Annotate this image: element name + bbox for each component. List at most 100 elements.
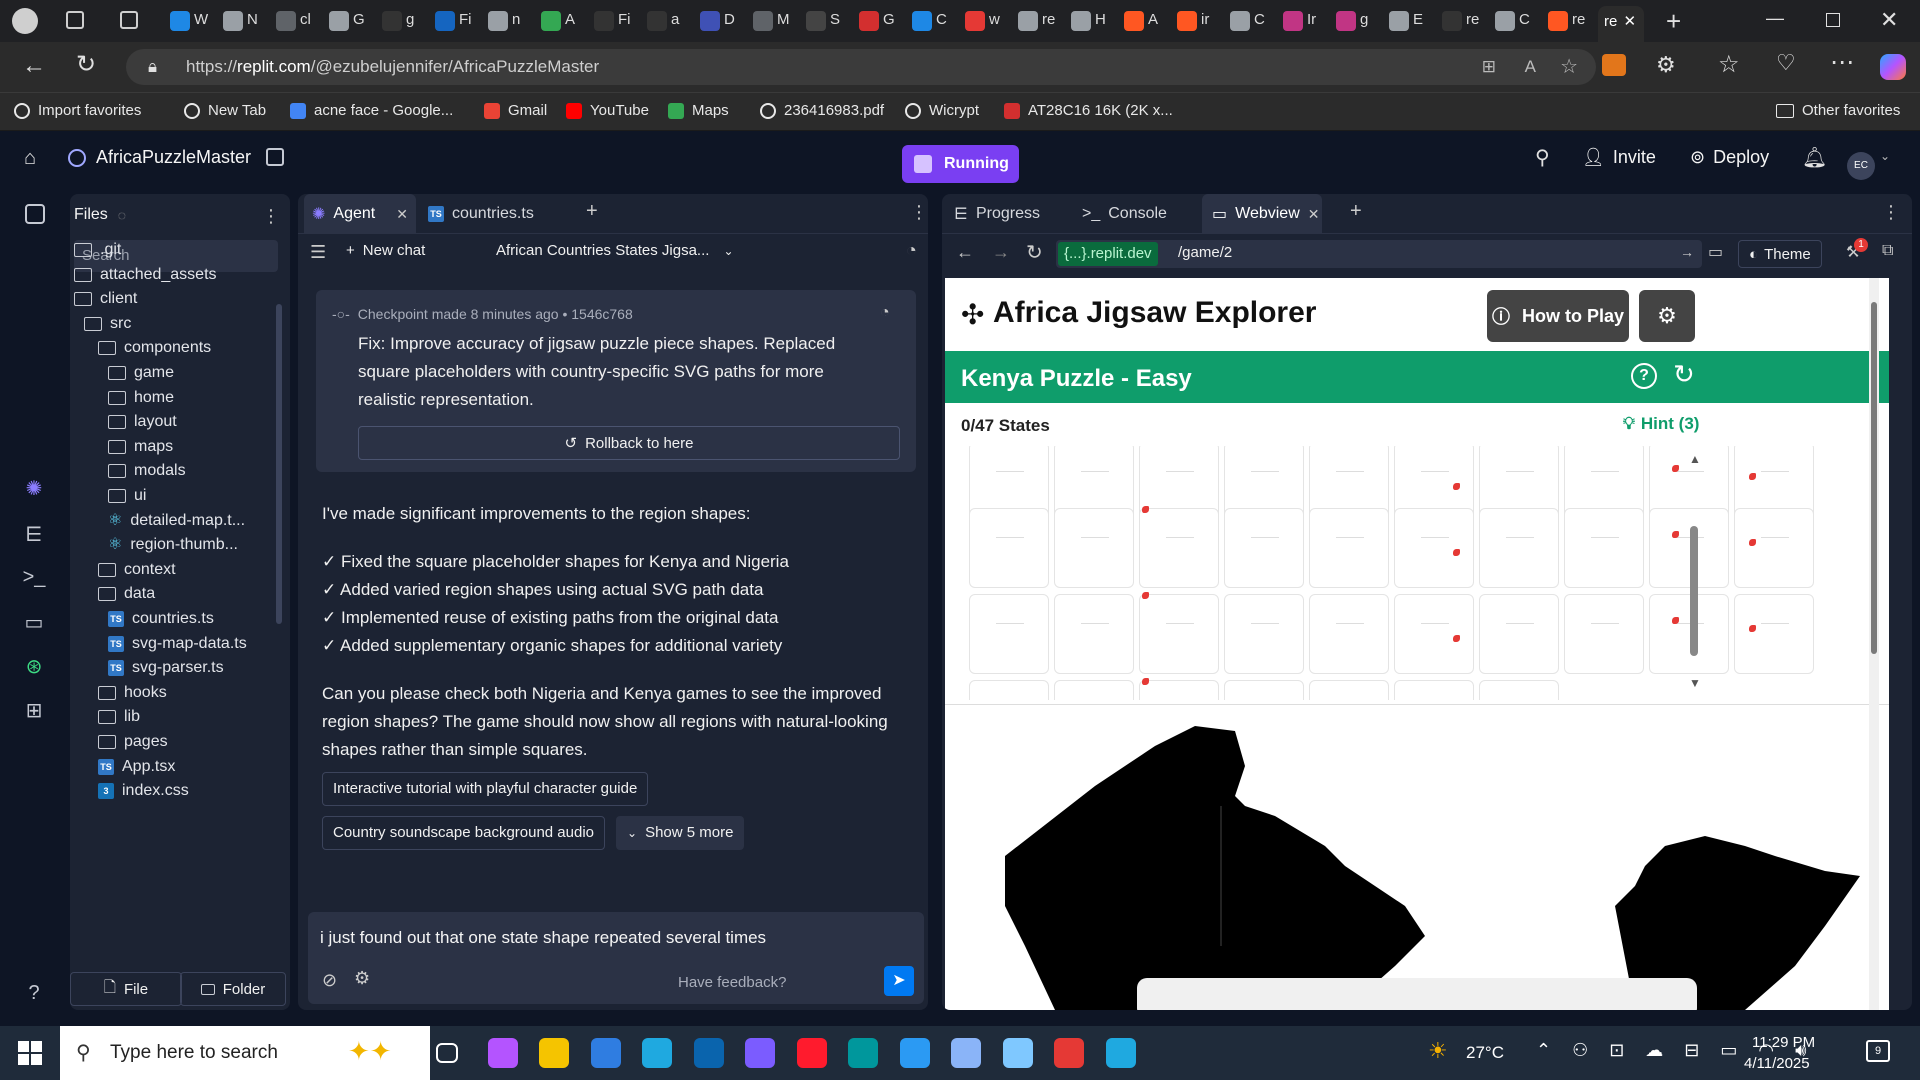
weather-icon[interactable]: ☀ [1428, 1038, 1448, 1064]
vscode-icon[interactable] [899, 1038, 930, 1068]
edge-icon[interactable] [642, 1038, 672, 1068]
tab-webview[interactable]: ▭ Webview ✕ [1202, 194, 1322, 234]
puzzle-piece[interactable] [1479, 594, 1559, 674]
webview-path[interactable]: /game/2 [1178, 244, 1232, 261]
browser-tab-title[interactable]: A [565, 11, 575, 28]
puzzle-piece[interactable] [1479, 508, 1559, 588]
puzzle-piece[interactable] [1224, 680, 1304, 700]
puzzle-piece[interactable] [969, 594, 1049, 674]
puzzle-piece[interactable] [1649, 508, 1729, 588]
rollback-button[interactable]: ↺ Rollback to here [358, 426, 900, 460]
active-browser-tab[interactable]: re ✕ [1598, 6, 1644, 42]
usage-gauge-icon[interactable]: ◔ [906, 240, 917, 261]
browser-tab-favicon[interactable] [276, 11, 296, 31]
browser-tab-favicon[interactable] [1283, 11, 1303, 31]
read-aloud-icon[interactable]: A [1525, 49, 1536, 85]
puzzle-piece[interactable] [1564, 508, 1644, 588]
browser-tab-favicon[interactable] [1071, 11, 1091, 31]
new-folder-button[interactable]: Folder [180, 972, 286, 1006]
browser-tab-favicon[interactable] [912, 11, 932, 31]
puzzle-piece[interactable] [1564, 594, 1644, 674]
suggestion-tutorial[interactable]: Interactive tutorial with playful charac… [322, 772, 649, 806]
taskbar-search[interactable]: ⚲ Type here to search ✦✦ [60, 1026, 430, 1080]
outlook-icon[interactable] [693, 1038, 724, 1068]
chat-list-icon[interactable]: ☰ [310, 242, 326, 263]
go-arrow-icon[interactable]: → [1680, 244, 1694, 260]
puzzle-piece[interactable] [1054, 508, 1134, 588]
favorite-link[interactable]: Maps [668, 102, 729, 119]
browser-tab-title[interactable]: Fi [618, 11, 631, 28]
weather-temp[interactable]: 27°C [1466, 1043, 1504, 1063]
map-region-north[interactable] [1005, 726, 1425, 1010]
favorite-link[interactable]: Gmail [484, 102, 547, 119]
notification-center-icon[interactable]: 9 [1866, 1040, 1890, 1062]
close-window-icon[interactable]: ✕ [1880, 7, 1898, 33]
new-chat-button[interactable]: + New chat [346, 242, 425, 259]
other-favorites[interactable]: Other favorites [1776, 102, 1900, 119]
browser-tab-favicon[interactable] [1389, 11, 1409, 31]
maximize-icon[interactable] [1826, 13, 1840, 27]
agent-icon[interactable]: ✺ [22, 476, 46, 500]
browser-tab-favicon[interactable] [1442, 11, 1462, 31]
browser-tab-favicon[interactable] [1177, 11, 1197, 31]
browser-tab-favicon[interactable] [435, 11, 455, 31]
game-settings-button[interactable]: ⚙ [1639, 290, 1695, 342]
puzzle-piece[interactable] [1309, 680, 1389, 700]
new-file-button[interactable]: 🗋︎ File [70, 972, 182, 1006]
browser-tab-favicon[interactable] [594, 11, 614, 31]
puzzle-help-icon[interactable]: ? [1631, 363, 1657, 389]
windows-start-icon[interactable] [18, 1041, 42, 1065]
workspaces-icon[interactable] [66, 11, 84, 29]
all-tools-icon[interactable]: ⊞ [22, 698, 46, 722]
puzzle-piece[interactable] [1394, 508, 1474, 588]
browser-tab-title[interactable]: w [989, 11, 1000, 28]
tray-scroll-up-icon[interactable]: ▲ [1689, 452, 1701, 466]
favorite-link[interactable]: New Tab [184, 102, 266, 119]
feedback-link[interactable]: Have feedback? [678, 974, 786, 991]
file-explorer-icon[interactable] [539, 1038, 569, 1068]
favorite-link[interactable]: 236416983.pdf [760, 102, 884, 119]
webview-back-icon[interactable]: ← [956, 242, 974, 263]
puzzle-piece[interactable] [1309, 594, 1389, 674]
chat-input-box[interactable]: i just found out that one state shape re… [308, 912, 924, 1004]
browser-tab-title[interactable]: C [1254, 11, 1265, 28]
shell-icon[interactable]: >_ [22, 566, 46, 590]
browser-tab-title[interactable]: re [1042, 11, 1055, 28]
new-tab-icon[interactable]: + [1666, 6, 1681, 37]
settings-icon[interactable]: ⚙ [354, 968, 370, 989]
clock-time[interactable]: 11:29 PM [1752, 1034, 1815, 1051]
browser-tab-title[interactable]: Ir [1307, 11, 1316, 28]
invite-button[interactable]: 👤︎ Invite [1582, 147, 1656, 168]
tab-console[interactable]: >_ Console [1082, 194, 1167, 234]
puzzle-piece[interactable] [1224, 594, 1304, 674]
browser-tab-title[interactable]: E [1413, 11, 1423, 28]
task-view-icon[interactable] [436, 1043, 458, 1063]
favorite-star-icon[interactable]: ☆ [1560, 49, 1578, 85]
browser-tab-favicon[interactable] [859, 11, 879, 31]
show-more-button[interactable]: ⌄ Show 5 more [616, 816, 745, 850]
browser-tab-favicon[interactable] [1495, 11, 1515, 31]
profile-avatar[interactable] [12, 8, 38, 34]
puzzle-piece[interactable] [1394, 680, 1474, 700]
browser-tab-title[interactable]: G [353, 11, 365, 28]
tray-scroll-down-icon[interactable]: ▼ [1689, 676, 1701, 690]
puzzle-piece[interactable] [1394, 594, 1474, 674]
files-more-icon[interactable]: ⋮ [262, 206, 280, 227]
browser-tab-favicon[interactable] [1124, 11, 1144, 31]
page-scrollbar-thumb[interactable] [1871, 302, 1877, 654]
wps-icon[interactable] [1054, 1038, 1084, 1068]
favorite-link[interactable]: Import favorites [14, 102, 141, 119]
puzzle-piece[interactable] [1479, 680, 1559, 700]
puzzle-piece[interactable] [1309, 508, 1389, 588]
chat-input-text[interactable]: i just found out that one state shape re… [320, 928, 766, 948]
copilot-icon[interactable] [1880, 54, 1906, 80]
theme-button[interactable]: ◐ Theme [1738, 240, 1822, 268]
browser-tab-favicon[interactable] [1230, 11, 1250, 31]
webview-forward-icon[interactable]: → [992, 242, 1010, 263]
browser-tab-title[interactable]: N [247, 11, 258, 28]
user-avatar[interactable]: EC [1847, 152, 1875, 180]
puzzle-piece[interactable] [1139, 506, 1219, 588]
favorite-link[interactable]: YouTube [566, 102, 649, 119]
puzzle-piece[interactable] [969, 680, 1049, 700]
notifications-bell-icon[interactable]: 🔔︎ [1802, 145, 1827, 170]
